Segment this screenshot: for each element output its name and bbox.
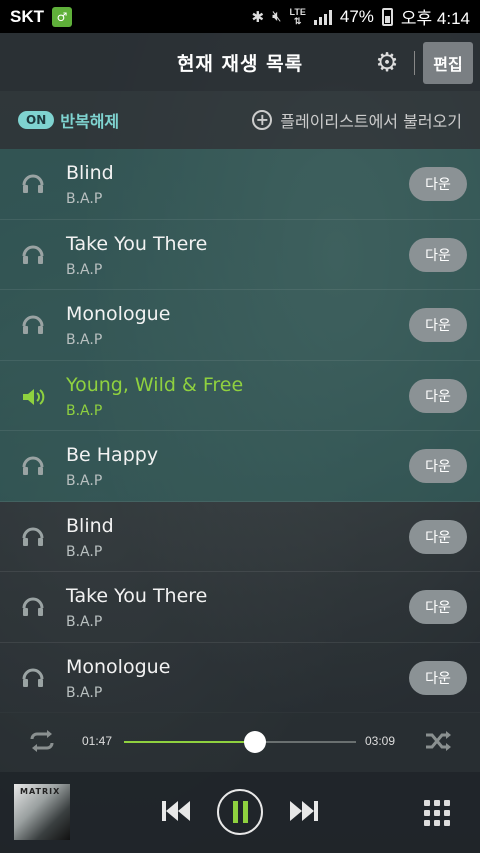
gear-icon[interactable]: ⚙ [374, 50, 400, 76]
seek-knob[interactable] [244, 731, 267, 753]
page-title: 현재 재생 목록 [176, 52, 304, 75]
battery-icon [381, 7, 393, 26]
edit-button[interactable]: 편집 [423, 42, 473, 84]
seek-bar[interactable] [124, 731, 356, 753]
track-title: Take You There [66, 585, 208, 607]
track-list: Blind B.A.P 다운 Take You There B.A.P 다운 M… [0, 149, 480, 713]
track-row[interactable]: Take You There B.A.P 다운 [0, 219, 480, 290]
download-button[interactable]: 다운 [409, 308, 467, 342]
repeat-on-badge[interactable]: ON [18, 111, 55, 129]
track-row[interactable]: Monologue B.A.P 다운 [0, 290, 480, 361]
track-title: Be Happy [66, 444, 159, 466]
track-status-icon [20, 666, 46, 692]
pause-bar-right [242, 801, 248, 823]
add-circle-icon: + [252, 110, 273, 130]
status-icons: ✱ 🔇︎ LTE ⇅ 47% 오후 4:14 [252, 4, 471, 29]
header: 현재 재생 목록 ⚙ 편집 [0, 33, 480, 91]
track-status-icon [20, 313, 46, 339]
track-title: Blind [66, 514, 114, 537]
download-button[interactable]: 다운 [409, 660, 467, 695]
track-status-icon [20, 454, 46, 480]
lte-icon: LTE ⇅ [289, 6, 306, 26]
grid-menu-icon[interactable] [424, 800, 450, 826]
load-playlist-label: 플레이리스트에서 불러오기 [280, 112, 462, 131]
download-button[interactable]: 다운 [409, 167, 467, 201]
player-controls: MATRIX [0, 772, 480, 853]
next-icon[interactable] [288, 798, 320, 824]
repeat-icon[interactable] [28, 730, 56, 752]
header-divider [414, 51, 415, 75]
progress-area: 01:47 03:09 [0, 712, 480, 772]
playlist-options-bar: ON 반복해제 + 플레이리스트에서 불러오기 [0, 91, 480, 149]
album-art[interactable]: MATRIX [14, 784, 70, 840]
status-bar: SKT ♂ ✱ 🔇︎ LTE ⇅ 47% 오후 4:14 [0, 0, 480, 33]
download-button[interactable]: 다운 [409, 449, 467, 483]
speaker-playing-icon [20, 384, 46, 410]
clock: 오후 4:14 [400, 9, 470, 28]
track-title: Blind [66, 162, 114, 184]
track-artist: B.A.P [66, 332, 103, 348]
track-status-icon [20, 172, 46, 198]
pause-button[interactable] [217, 789, 263, 835]
shuffle-icon[interactable] [424, 730, 452, 752]
track-artist: B.A.P [66, 473, 103, 489]
track-title: Take You There [66, 232, 208, 255]
carrier-label: SKT [10, 6, 44, 26]
track-row[interactable]: Blind B.A.P 다운 [0, 501, 480, 572]
download-button[interactable]: 다운 [409, 237, 467, 272]
download-button[interactable]: 다운 [409, 590, 467, 624]
track-status-icon [20, 595, 46, 621]
track-row[interactable]: Blind B.A.P 다운 [0, 149, 480, 220]
track-row-playing[interactable]: Young, Wild & Free B.A.P 다운 [0, 360, 480, 431]
current-time: 01:47 [82, 734, 113, 748]
track-title: Monologue [66, 655, 171, 678]
track-artist: B.A.P [66, 261, 103, 278]
track-row[interactable]: Be Happy B.A.P 다운 [0, 431, 480, 502]
battery-percent: 47% [339, 6, 374, 26]
track-title: Young, Wild & Free [66, 373, 244, 396]
track-row[interactable]: Monologue B.A.P 다운 [0, 642, 480, 713]
album-art-label: MATRIX [20, 787, 61, 796]
track-title: Monologue [66, 303, 171, 325]
previous-icon[interactable] [160, 798, 192, 824]
track-artist: B.A.P [66, 684, 103, 701]
track-status-icon [20, 243, 46, 269]
track-artist: B.A.P [66, 614, 103, 630]
pause-bar-left [232, 801, 238, 823]
app-notification-icon: ♂ [52, 6, 72, 27]
download-button[interactable]: 다운 [409, 378, 467, 413]
repeat-toggle-label[interactable]: 반복해제 [60, 108, 119, 132]
track-status-icon [20, 525, 46, 551]
signal-icon [313, 9, 332, 25]
load-playlist-button[interactable]: + 플레이리스트에서 불러오기 [252, 108, 462, 132]
seek-bar-fill [124, 741, 256, 743]
bluetooth-icon: ✱ [251, 8, 265, 26]
track-row[interactable]: Take You There B.A.P 다운 [0, 572, 480, 643]
track-artist: B.A.P [66, 543, 103, 560]
mute-icon: 🔇︎ [272, 8, 282, 25]
track-artist: B.A.P [66, 191, 103, 207]
download-button[interactable]: 다운 [409, 519, 467, 554]
total-time: 03:09 [365, 734, 396, 748]
track-artist: B.A.P [66, 402, 103, 419]
